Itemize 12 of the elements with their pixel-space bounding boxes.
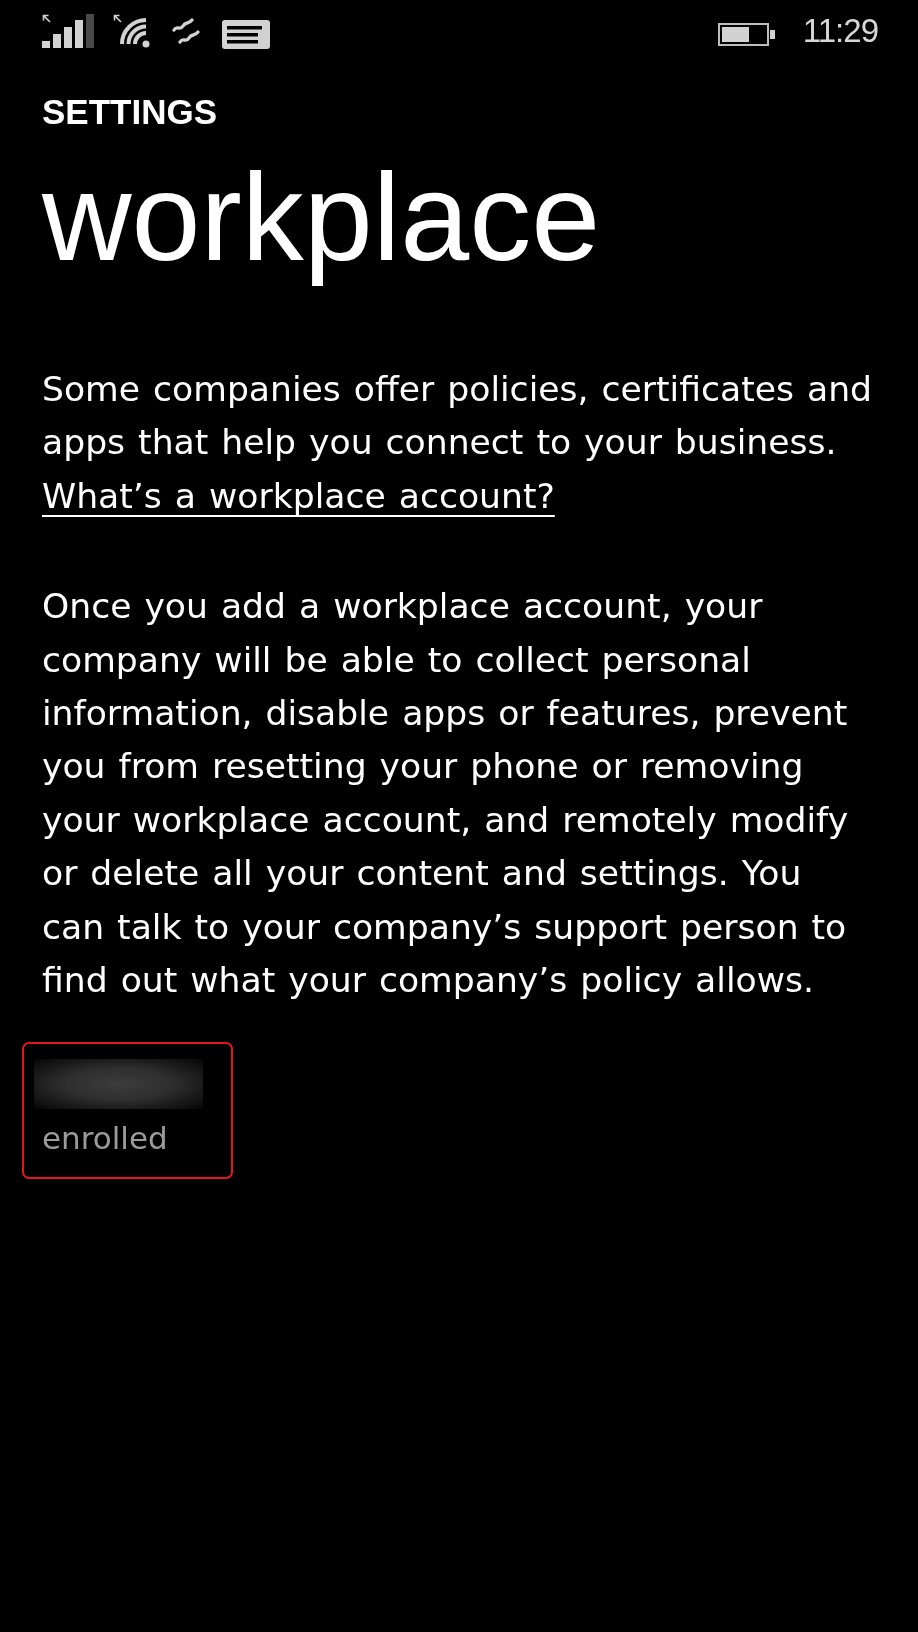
battery-icon	[717, 22, 776, 46]
notice-text: Once you add a workplace account, your company will be able to collect personal information, disable apps or features, prevent you from resetting your phone or removing your workplace account, and remotely modify or delete all your content and settings. You can talk to your company’s support person to find out what your company’s policy allows.	[42, 585, 850, 1003]
signal-strength-icon	[42, 14, 95, 48]
page-title: workplace	[42, 147, 601, 288]
clock-time: 11:29	[802, 13, 878, 47]
intro-text: Some companies offer policies, certificates and apps that help you connect to your business.	[42, 368, 874, 465]
account-status[interactable]: enrolled	[34, 1118, 168, 1159]
message-icon	[222, 19, 270, 49]
wifi-icon	[113, 14, 151, 48]
help-link[interactable]: What’s a workplace account?	[42, 475, 555, 516]
app-title: SETTINGS	[42, 92, 218, 132]
wavy-lines-icon	[171, 16, 201, 46]
